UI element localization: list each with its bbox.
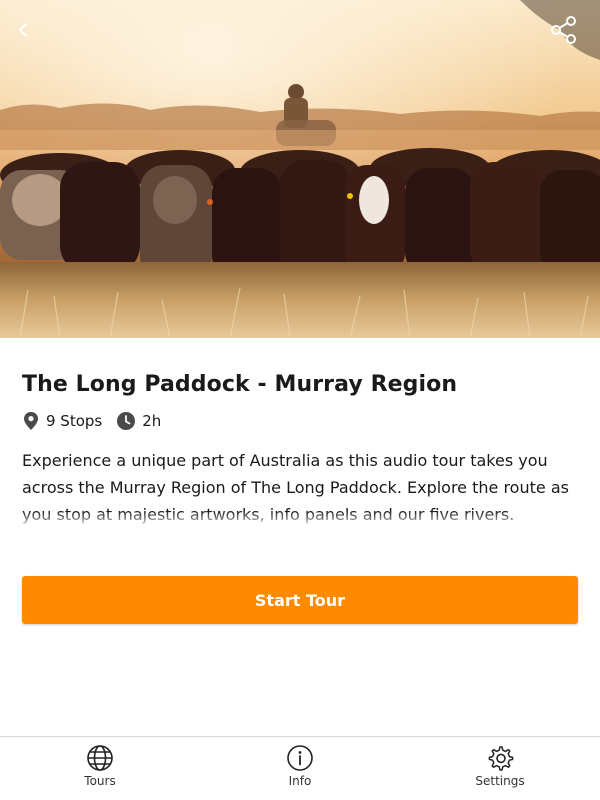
nav-label-info: Info: [288, 774, 312, 788]
globe-icon: [87, 745, 113, 771]
back-button[interactable]: [6, 12, 42, 48]
hero-image: [0, 0, 600, 338]
duration-value: 2h: [142, 412, 162, 430]
chevron-left-icon: [19, 23, 27, 37]
nav-item-info[interactable]: Info: [200, 737, 400, 800]
info-icon: [287, 745, 313, 771]
stops-info: 9 Stops: [22, 411, 102, 431]
cattle-photo: [0, 0, 600, 338]
location-pin-icon: [24, 412, 38, 430]
nav-item-tours[interactable]: Tours: [0, 737, 200, 800]
share-button[interactable]: [546, 12, 582, 48]
nav-item-settings[interactable]: Settings: [400, 737, 600, 800]
share-icon: [551, 16, 576, 44]
gear-icon: [488, 746, 514, 771]
clock-icon: [117, 412, 136, 430]
tour-meta: 9 Stops 2h: [22, 411, 578, 431]
tour-details: The Long Paddock - Murray Region 9 Stops…: [22, 338, 578, 529]
nav-label-settings: Settings: [475, 774, 525, 788]
nav-label-tours: Tours: [84, 774, 116, 788]
tour-description: Experience a unique part of Australia as…: [22, 447, 578, 529]
bottom-navigation: Tours Info Settings: [0, 736, 600, 800]
duration-info: 2h: [116, 411, 161, 431]
tour-title: The Long Paddock - Murray Region: [22, 372, 458, 397]
start-tour-button[interactable]: Start Tour: [22, 576, 578, 624]
stops-count: 9 Stops: [46, 412, 103, 430]
